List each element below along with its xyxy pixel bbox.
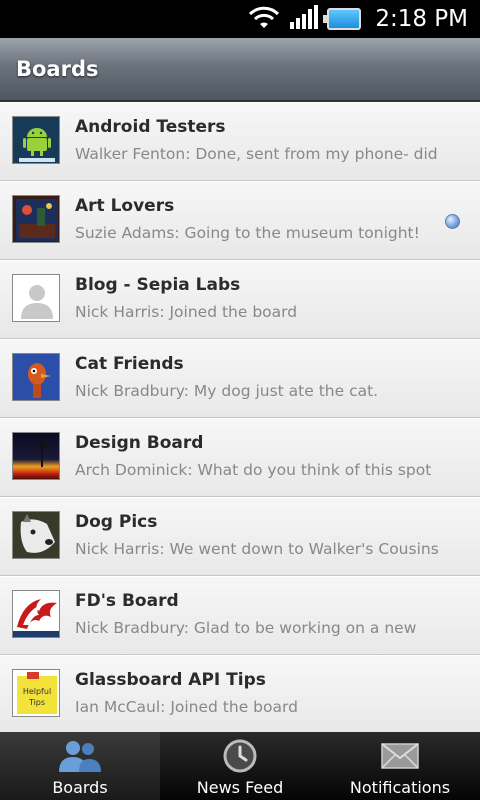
status-time: 2:18 PM	[375, 6, 468, 32]
board-last-message: Ian McCaul: Joined the board	[75, 698, 298, 716]
sticky-note-text-line-2: Tips	[28, 698, 45, 707]
tab-news-feed[interactable]: News Feed	[160, 732, 320, 800]
art-painting-icon	[12, 195, 60, 243]
board-row[interactable]: Art Lovers Suzie Adams: Going to the mus…	[0, 181, 480, 260]
board-last-message: Nick Bradbury: My dog just ate the cat.	[75, 382, 379, 400]
board-title: Dog Pics	[75, 512, 158, 532]
battery-icon	[323, 8, 362, 30]
sunset-photo-icon	[12, 432, 60, 480]
board-last-message: Nick Bradbury: Glad to be working on a n…	[75, 619, 417, 637]
clock-icon	[222, 738, 258, 774]
board-title: Cat Friends	[75, 354, 184, 374]
board-row[interactable]: Android Testers Walker Fenton: Done, sen…	[0, 102, 480, 181]
envelope-icon	[380, 738, 420, 774]
board-title: FD's Board	[75, 591, 179, 611]
board-last-message: Arch Dominick: What do you think of this…	[75, 461, 432, 479]
board-title: Design Board	[75, 433, 204, 453]
board-row[interactable]: FD's Board Nick Bradbury: Glad to be wor…	[0, 576, 480, 655]
board-last-message: Suzie Adams: Going to the museum tonight…	[75, 224, 420, 242]
sticky-note-icon: Helpful Tips	[12, 669, 60, 717]
board-row[interactable]: Helpful Tips Glassboard API Tips Ian McC…	[0, 655, 480, 732]
tab-label: Notifications	[349, 778, 451, 797]
page-title: Boards	[16, 57, 99, 81]
boards-list: Android Testers Walker Fenton: Done, sen…	[0, 102, 480, 732]
signal-icon	[289, 4, 319, 34]
android-logo-icon	[12, 116, 60, 164]
board-row[interactable]: Blog - Sepia Labs Nick Harris: Joined th…	[0, 260, 480, 339]
unread-indicator-icon	[445, 214, 460, 229]
cartoon-bird-icon	[12, 353, 60, 401]
default-avatar-icon	[12, 274, 60, 322]
title-bar: Boards	[0, 38, 480, 102]
board-title: Blog - Sepia Labs	[75, 275, 241, 295]
board-title: Glassboard API Tips	[75, 670, 266, 690]
tab-notifications[interactable]: Notifications	[320, 732, 480, 800]
sticky-note-text-line-1: Helpful	[23, 687, 51, 696]
board-row[interactable]: Dog Pics Nick Harris: We went down to Wa…	[0, 497, 480, 576]
board-row[interactable]: Cat Friends Nick Bradbury: My dog just a…	[0, 339, 480, 418]
tab-label: News Feed	[196, 778, 284, 797]
board-title: Android Testers	[75, 117, 226, 137]
status-bar: 2:18 PM	[0, 0, 480, 38]
bottom-tab-bar: Boards News Feed Notifications	[0, 732, 480, 800]
people-icon	[55, 738, 105, 774]
board-last-message: Walker Fenton: Done, sent from my phone-…	[75, 145, 438, 163]
wifi-icon	[247, 4, 281, 34]
tab-label: Boards	[52, 778, 108, 797]
board-title: Art Lovers	[75, 196, 175, 216]
board-row[interactable]: Design Board Arch Dominick: What do you …	[0, 418, 480, 497]
board-last-message: Nick Harris: Joined the board	[75, 303, 298, 321]
board-last-message: Nick Harris: We went down to Walker's Co…	[75, 540, 439, 558]
dog-photo-icon	[12, 511, 60, 559]
tab-boards[interactable]: Boards	[0, 732, 160, 800]
flame-logo-icon	[12, 590, 60, 638]
